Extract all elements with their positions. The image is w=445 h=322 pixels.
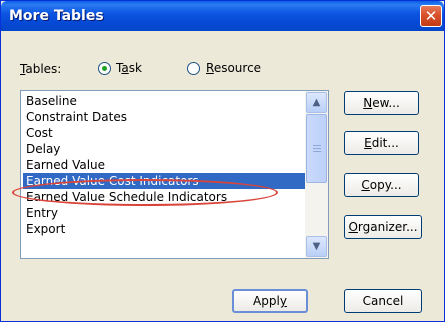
scroll-down-icon[interactable]: ▼ xyxy=(306,236,327,257)
resource-radio[interactable] xyxy=(187,62,200,75)
new-rest: ew... xyxy=(372,96,400,110)
list-item-delay[interactable]: Delay xyxy=(23,141,306,157)
task-radio-label[interactable]: Task xyxy=(116,61,142,75)
organizer-hotkey: O xyxy=(348,220,358,234)
list-item-earned-value[interactable]: Earned Value xyxy=(23,157,306,173)
close-button[interactable]: ✕ xyxy=(420,5,442,27)
resource-label-hotkey: R xyxy=(206,61,214,75)
list-scrollbar[interactable]: ▲ ▼ xyxy=(305,91,328,258)
tables-listbox[interactable]: Baseline Constraint Dates Cost Delay Ear… xyxy=(20,90,329,259)
list-item-export[interactable]: Export xyxy=(23,221,306,237)
list-item-constraint-dates[interactable]: Constraint Dates xyxy=(23,109,306,125)
list-item-entry[interactable]: Entry xyxy=(23,205,306,221)
list-item-baseline[interactable]: Baseline xyxy=(23,93,306,109)
copy-rest: opy... xyxy=(369,178,402,192)
cancel-button[interactable]: Cancel xyxy=(344,289,422,313)
thumb-grip-line xyxy=(313,151,321,152)
apply-button[interactable]: Apply xyxy=(232,289,308,313)
new-hotkey: N xyxy=(363,96,373,110)
dialog-title: More Tables xyxy=(9,8,104,24)
edit-button[interactable]: Edit... xyxy=(344,131,419,155)
more-tables-dialog: More Tables ✕ Tables: Task Resource Base… xyxy=(0,0,445,322)
copy-button[interactable]: Copy... xyxy=(344,173,419,197)
organizer-rest: rganizer... xyxy=(357,220,418,234)
edit-rest: dit... xyxy=(371,136,399,150)
thumb-grip-line xyxy=(313,148,321,149)
apply-rest: Appl xyxy=(253,294,280,308)
organizer-button[interactable]: Organizer... xyxy=(344,215,422,239)
tables-label-rest: ables: xyxy=(25,62,62,76)
tables-label: Tables: xyxy=(20,62,61,76)
scroll-thumb[interactable] xyxy=(306,114,327,183)
copy-hotkey: C xyxy=(361,178,370,192)
new-button[interactable]: New... xyxy=(344,91,419,115)
apply-hotkey: y xyxy=(279,294,287,308)
task-label-hotkey: a xyxy=(121,61,129,75)
thumb-grip-line xyxy=(313,145,321,146)
task-label-rest: sk xyxy=(128,61,142,75)
resource-label-rest: esource xyxy=(213,61,262,75)
task-radio[interactable] xyxy=(98,62,111,75)
scroll-up-icon[interactable]: ▲ xyxy=(306,92,327,113)
resource-radio-label[interactable]: Resource xyxy=(206,61,261,75)
edit-hotkey: E xyxy=(364,136,372,150)
list-item-cost[interactable]: Cost xyxy=(23,125,306,141)
title-bar: More Tables ✕ xyxy=(1,1,444,31)
highlight-ellipse xyxy=(12,179,278,206)
